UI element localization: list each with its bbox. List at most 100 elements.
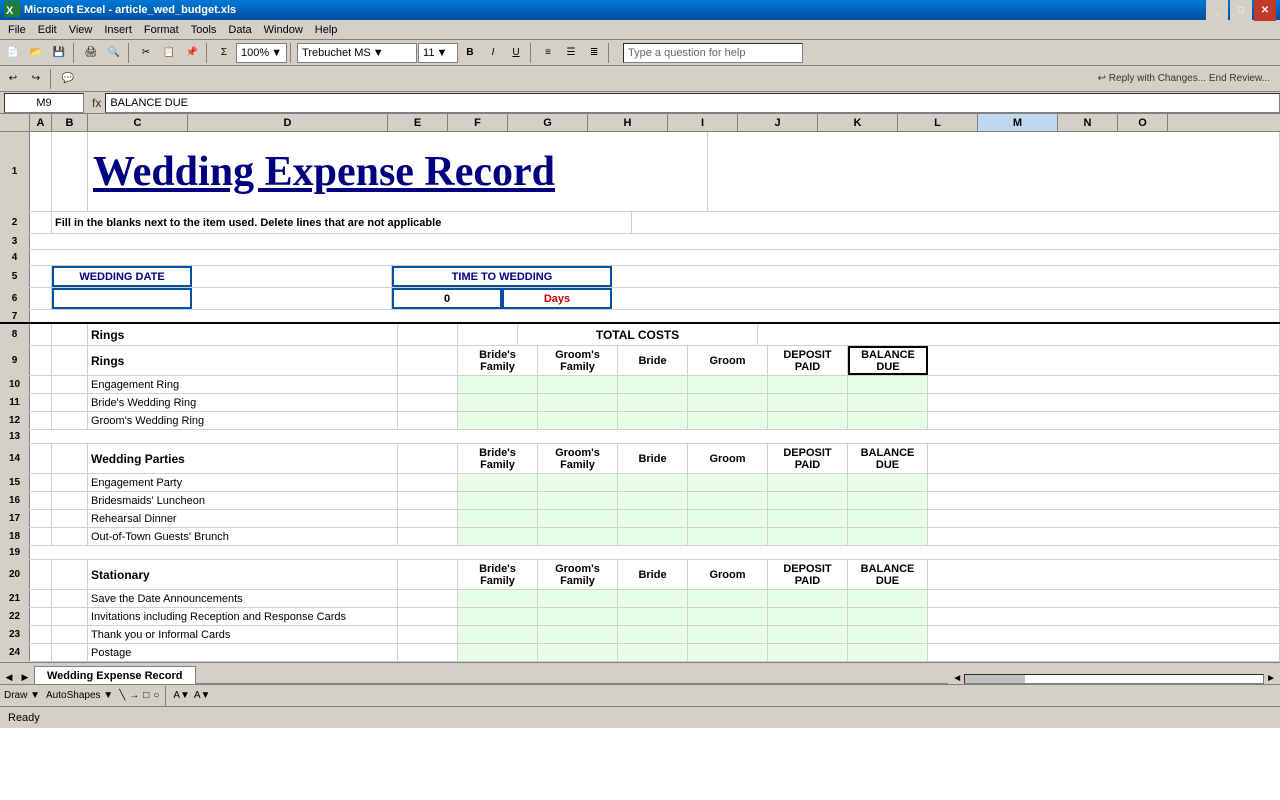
cell-h21[interactable] (538, 590, 618, 607)
cell-b16[interactable] (52, 492, 88, 509)
cell-a6[interactable] (30, 288, 52, 309)
menu-data[interactable]: Data (222, 22, 257, 38)
cell-a12[interactable] (30, 412, 52, 429)
cell-e23[interactable] (398, 626, 458, 643)
cell-i23[interactable] (618, 626, 688, 643)
cell-a7[interactable] (30, 310, 1280, 322)
cell-h24[interactable] (538, 644, 618, 661)
oval-tool[interactable]: ○ (153, 690, 159, 701)
minimize-btn[interactable]: _ (1206, 0, 1228, 21)
cell-g11[interactable] (458, 394, 538, 411)
formula-content[interactable]: BALANCE DUE (105, 93, 1280, 113)
days-value-cell[interactable]: 0 (392, 288, 502, 309)
horizontal-scrollbar[interactable] (964, 674, 1264, 684)
cell-e16[interactable] (398, 492, 458, 509)
cell-g16[interactable] (458, 492, 538, 509)
cell-b24[interactable] (52, 644, 88, 661)
cell-h10[interactable] (538, 376, 618, 393)
cell-g18[interactable] (458, 528, 538, 545)
item-postage[interactable]: Postage (88, 644, 398, 661)
cell-a18[interactable] (30, 528, 52, 545)
cell-a23[interactable] (30, 626, 52, 643)
wedding-date-value[interactable] (52, 288, 192, 309)
cell-d6[interactable] (192, 288, 392, 309)
cell-m17[interactable] (848, 510, 928, 527)
cell-k11[interactable] (768, 394, 848, 411)
col-a-header[interactable]: A (30, 114, 52, 131)
col-c-header[interactable]: C (88, 114, 188, 131)
menu-format[interactable]: Format (138, 22, 185, 38)
font-dropdown[interactable]: Trebuchet MS ▼ (297, 43, 417, 63)
cell-e9[interactable] (398, 346, 458, 375)
col-f-header[interactable]: F (448, 114, 508, 131)
menu-window[interactable]: Window (258, 22, 309, 38)
cell-j23[interactable] (688, 626, 768, 643)
new-btn[interactable]: 📄 (2, 42, 24, 64)
cell-i21[interactable] (618, 590, 688, 607)
cell-b12[interactable] (52, 412, 88, 429)
col-l-header[interactable]: L (898, 114, 978, 131)
cell-g10[interactable] (458, 376, 538, 393)
cell-k17[interactable] (768, 510, 848, 527)
save-btn[interactable]: 💾 (48, 42, 70, 64)
cell-e22[interactable] (398, 608, 458, 625)
cell-j22[interactable] (688, 608, 768, 625)
menu-insert[interactable]: Insert (98, 22, 138, 38)
col-k-header[interactable]: K (818, 114, 898, 131)
preview-btn[interactable]: 🔍 (103, 42, 125, 64)
col-e-header[interactable]: E (388, 114, 448, 131)
cell-k24[interactable] (768, 644, 848, 661)
col-b-header[interactable]: B (52, 114, 88, 131)
cell-e24[interactable] (398, 644, 458, 661)
sheet-tab-wedding[interactable]: Wedding Expense Record (34, 666, 196, 684)
cell-d5[interactable] (192, 266, 392, 287)
cell-k21[interactable] (768, 590, 848, 607)
maximize-btn[interactable]: □ (1230, 0, 1252, 21)
cell-j17[interactable] (688, 510, 768, 527)
cell-b23[interactable] (52, 626, 88, 643)
cell-m23[interactable] (848, 626, 928, 643)
ask-question-input[interactable]: Type a question for help (623, 43, 803, 63)
cell-b9[interactable] (52, 346, 88, 375)
cell-b11[interactable] (52, 394, 88, 411)
font-color-btn[interactable]: A▼ (194, 690, 211, 701)
cell-e8[interactable] (398, 324, 458, 345)
cell-j21[interactable] (688, 590, 768, 607)
cell-b22[interactable] (52, 608, 88, 625)
arrow-tool[interactable]: → (129, 690, 139, 701)
cell-h15[interactable] (538, 474, 618, 491)
cell-k23[interactable] (768, 626, 848, 643)
align-center-btn[interactable]: ☰ (560, 42, 582, 64)
cut-btn[interactable]: ✂ (135, 42, 157, 64)
rect-tool[interactable]: □ (143, 690, 149, 701)
cell-g22[interactable] (458, 608, 538, 625)
cell-a2[interactable] (30, 212, 52, 233)
cell-e18[interactable] (398, 528, 458, 545)
cell-i16[interactable] (618, 492, 688, 509)
cell-j16[interactable] (688, 492, 768, 509)
paste-btn[interactable]: 📌 (181, 42, 203, 64)
wedding-date-label[interactable]: WEDDING DATE (52, 266, 192, 287)
item-thankyou[interactable]: Thank you or Informal Cards (88, 626, 398, 643)
cell-i18[interactable] (618, 528, 688, 545)
cell-i12[interactable] (618, 412, 688, 429)
cell-a9[interactable] (30, 346, 52, 375)
cell-j18[interactable] (688, 528, 768, 545)
italic-btn[interactable]: I (482, 42, 504, 64)
col-j-header[interactable]: J (738, 114, 818, 131)
cell-b21[interactable] (52, 590, 88, 607)
tab-scroll-right[interactable]: ▶ (18, 670, 32, 684)
cell-a14[interactable] (30, 444, 52, 473)
cell-m15[interactable] (848, 474, 928, 491)
cell-e17[interactable] (398, 510, 458, 527)
cell-i17[interactable] (618, 510, 688, 527)
open-btn[interactable]: 📂 (25, 42, 47, 64)
days-label-cell[interactable]: Days (502, 288, 612, 309)
cell-k18[interactable] (768, 528, 848, 545)
cell-k10[interactable] (768, 376, 848, 393)
cell-m24[interactable] (848, 644, 928, 661)
fill-color-btn[interactable]: A▼ (173, 690, 190, 701)
cell-e12[interactable] (398, 412, 458, 429)
time-to-wedding-label[interactable]: TIME TO WEDDING (392, 266, 612, 287)
close-btn[interactable]: ✕ (1254, 0, 1276, 21)
